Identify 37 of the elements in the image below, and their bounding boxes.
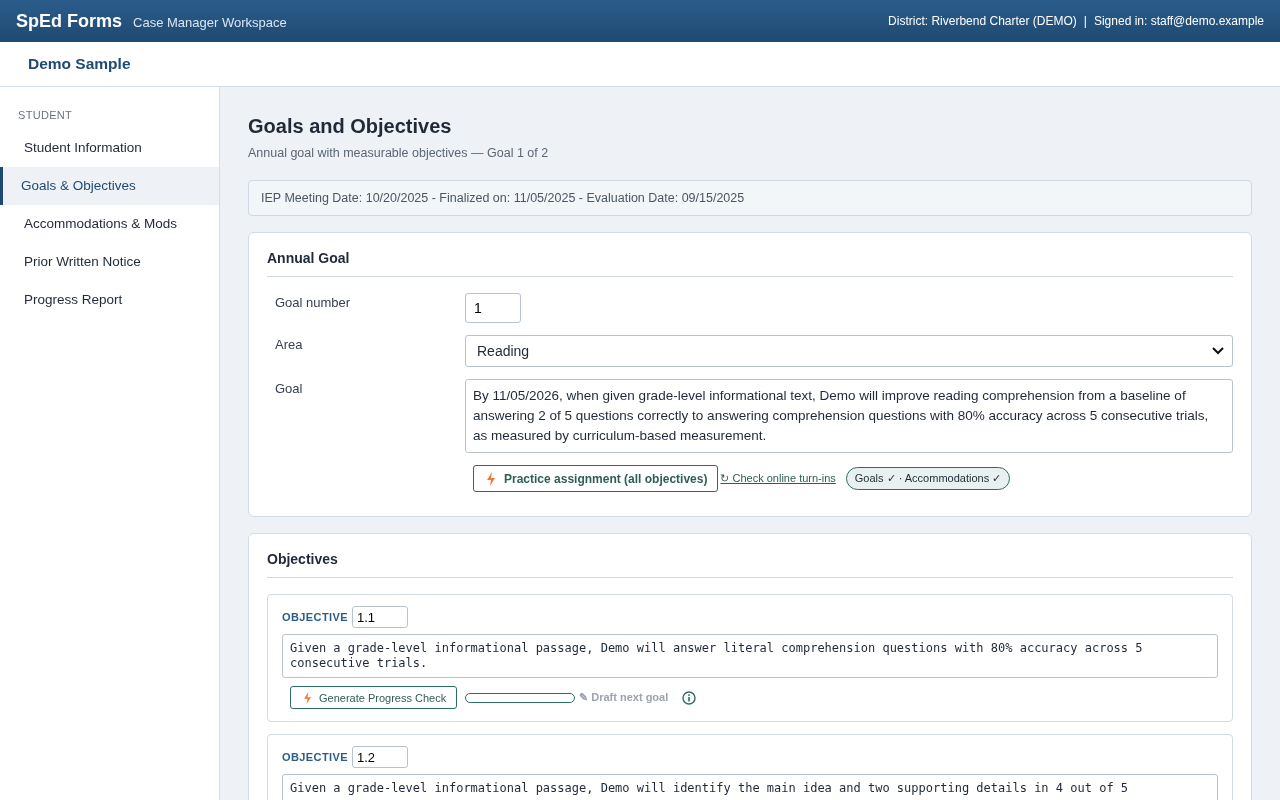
section-heading: Objectives xyxy=(267,551,1233,578)
app-title: SpEd Forms xyxy=(16,10,122,32)
chevron-down-icon xyxy=(1212,347,1224,355)
sidebar-item[interactable]: Student Information xyxy=(0,129,219,167)
dates-bar: IEP Meeting Date: 10/20/2025 - Finalized on: 11/05/2025 - Evaluation Date: 09/15/2025 xyxy=(248,180,1252,216)
sidebar-item[interactable]: Goals & Objectives xyxy=(0,167,219,205)
separator: | xyxy=(1083,14,1087,28)
sidebar-item[interactable]: Accommodations & Mods xyxy=(0,205,219,243)
practice-assignment-button[interactable]: Practice assignment (all objectives) xyxy=(473,465,719,492)
district-label: District: Riverbend Charter (DEMO) xyxy=(888,14,1077,28)
status-badge: Goals ✓ · Accommodations ✓ xyxy=(845,467,1011,490)
sidebar-section-label: STUDENT xyxy=(17,109,74,121)
lightning-icon xyxy=(303,691,312,704)
goal-text-field[interactable]: By 11/05/2026, when given grade-level informational text, Demo will improve reading comprehension from a baseline of answering 2 of 5 questions correctly to answering comprehension questions with 80% accuracy across 5 consecutive trials, as measured by curriculum-based measurement. xyxy=(465,379,1233,453)
objective-number-field[interactable]: 1.2 xyxy=(351,746,408,768)
objective-text-field[interactable]: Given a grade-level informational passage, Demo will answer literal comprehension questions with 80% accuracy across 5 consecutive trials. xyxy=(282,634,1218,678)
signed-in-label: Signed in: staff@demo.example xyxy=(1093,14,1264,28)
field-label: Goal number xyxy=(274,294,352,310)
page-subtitle: Annual goal with measurable objectives — Goal 1 of 2 xyxy=(248,146,550,160)
goal-number-field[interactable]: 1 xyxy=(465,293,521,323)
page-title: Goals and Objectives xyxy=(248,115,453,138)
check-turn-ins-link[interactable]: ↻ Check online turn-ins xyxy=(720,472,836,485)
field-label: Area xyxy=(274,336,304,352)
section-heading: Annual Goal xyxy=(267,250,1233,277)
field-label: Goal xyxy=(274,380,304,396)
objective-label: OBJECTIVE xyxy=(282,611,348,623)
app-subtitle: Case Manager Workspace xyxy=(133,15,287,30)
info-icon[interactable] xyxy=(682,690,697,705)
sidebar-item[interactable]: Progress Report xyxy=(0,281,219,319)
sidebar-item[interactable]: Prior Written Notice xyxy=(0,243,219,281)
objective-number-field[interactable]: 1.1 xyxy=(351,606,408,628)
generate-progress-check-button[interactable]: Generate Progress Check xyxy=(290,686,458,709)
area-dropdown[interactable]: Reading xyxy=(465,335,1233,367)
lightning-icon xyxy=(486,471,496,486)
objective-label: OBJECTIVE xyxy=(282,751,348,763)
objective-text-field[interactable]: Given a grade-level informational passage, Demo will identify the main idea and two supporting details in 4 out of 5 xyxy=(282,774,1218,800)
student-name: Demo Sample xyxy=(28,55,131,73)
